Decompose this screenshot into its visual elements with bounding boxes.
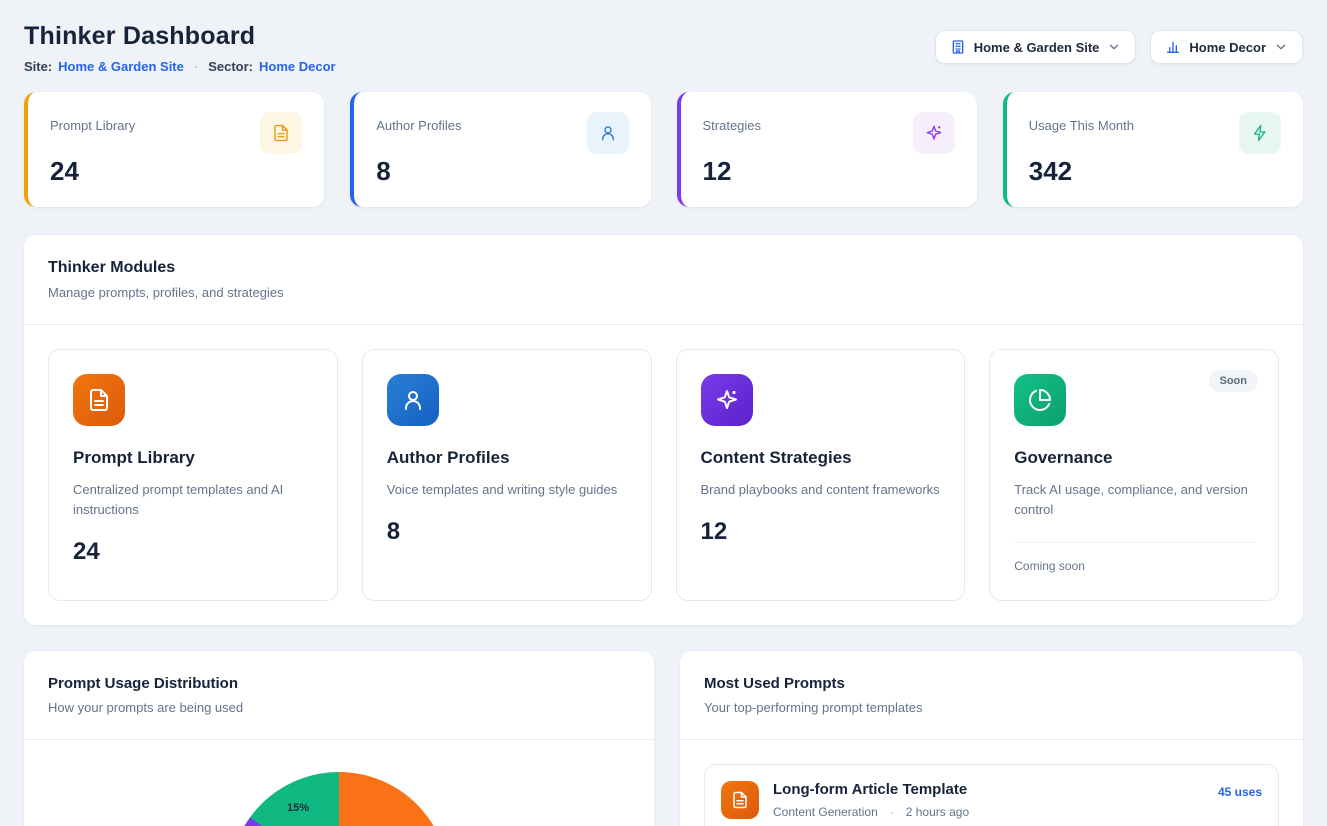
module-title: Content Strategies bbox=[701, 448, 941, 468]
module-description: Track AI usage, compliance, and version … bbox=[1014, 480, 1254, 520]
stat-value: 24 bbox=[50, 156, 302, 187]
prompt-time: 2 hours ago bbox=[906, 805, 969, 819]
prompt-meta: Content Generation · 2 hours ago bbox=[773, 805, 1204, 819]
usage-panel-title: Prompt Usage Distribution bbox=[48, 675, 630, 692]
stats-row: Prompt Library 24 Author Profiles 8 Stra… bbox=[24, 92, 1303, 207]
module-card-governance[interactable]: Soon Governance Track AI usage, complian… bbox=[989, 349, 1279, 601]
module-title: Governance bbox=[1014, 448, 1254, 468]
pie-chart-icon bbox=[1014, 374, 1066, 426]
header-actions: Home & Garden Site Home Decor bbox=[935, 30, 1303, 64]
page-header: Thinker Dashboard Site: Home & Garden Si… bbox=[24, 22, 1303, 74]
usage-donut-chart: 15% bbox=[24, 740, 654, 826]
module-card-prompt-library[interactable]: Prompt Library Centralized prompt templa… bbox=[48, 349, 338, 601]
prompts-panel-title: Most Used Prompts bbox=[704, 675, 1279, 692]
module-card-author-profiles[interactable]: Author Profiles Voice templates and writ… bbox=[362, 349, 652, 601]
site-label: Site: bbox=[24, 59, 52, 74]
bar-chart-icon bbox=[1165, 39, 1181, 55]
page-title: Thinker Dashboard bbox=[24, 22, 336, 51]
modules-subtitle: Manage prompts, profiles, and strategies bbox=[48, 285, 1279, 300]
prompt-category: Content Generation bbox=[773, 805, 878, 819]
stat-label: Usage This Month bbox=[1029, 112, 1134, 133]
module-card-content-strategies[interactable]: Content Strategies Brand playbooks and c… bbox=[676, 349, 966, 601]
separator-dot: · bbox=[194, 59, 198, 74]
donut-segment-label: 15% bbox=[287, 802, 309, 814]
document-icon bbox=[73, 374, 125, 426]
prompt-list: Long-form Article Template Content Gener… bbox=[680, 740, 1303, 826]
prompt-title: Long-form Article Template bbox=[773, 781, 1204, 798]
stat-value: 342 bbox=[1029, 156, 1281, 187]
usage-panel-subtitle: How your prompts are being used bbox=[48, 700, 630, 715]
list-item[interactable]: Long-form Article Template Content Gener… bbox=[704, 764, 1279, 826]
modules-header: Thinker Modules Manage prompts, profiles… bbox=[24, 235, 1303, 324]
thinker-modules-panel: Thinker Modules Manage prompts, profiles… bbox=[24, 235, 1303, 625]
soon-badge: Soon bbox=[1209, 370, 1259, 392]
uses-badge: 45 uses bbox=[1218, 781, 1262, 799]
stat-label: Strategies bbox=[703, 112, 762, 133]
separator-dot: · bbox=[890, 805, 894, 819]
sparkle-icon bbox=[913, 112, 955, 154]
prompts-panel-subtitle: Your top-performing prompt templates bbox=[704, 700, 1279, 715]
stat-card-author-profiles: Author Profiles 8 bbox=[350, 92, 650, 207]
module-description: Centralized prompt templates and AI inst… bbox=[73, 480, 313, 520]
module-count: 12 bbox=[701, 518, 941, 546]
modules-body: Prompt Library Centralized prompt templa… bbox=[24, 325, 1303, 625]
document-icon bbox=[260, 112, 302, 154]
module-description: Voice templates and writing style guides bbox=[387, 480, 627, 500]
site-dropdown-label: Home & Garden Site bbox=[974, 40, 1100, 55]
site-dropdown[interactable]: Home & Garden Site bbox=[935, 30, 1137, 64]
module-description: Brand playbooks and content frameworks bbox=[701, 480, 941, 500]
usage-distribution-panel: Prompt Usage Distribution How your promp… bbox=[24, 651, 654, 826]
sector-label: Sector: bbox=[208, 59, 253, 74]
sector-link[interactable]: Home Decor bbox=[259, 59, 336, 74]
stat-card-strategies: Strategies 12 bbox=[677, 92, 977, 207]
site-link[interactable]: Home & Garden Site bbox=[58, 59, 184, 74]
chevron-down-icon bbox=[1107, 40, 1121, 54]
breadcrumb: Site: Home & Garden Site · Sector: Home … bbox=[24, 59, 336, 74]
stat-card-usage: Usage This Month 342 bbox=[1003, 92, 1303, 207]
stat-card-prompt-library: Prompt Library 24 bbox=[24, 92, 324, 207]
building-icon bbox=[950, 39, 966, 55]
chevron-down-icon bbox=[1274, 40, 1288, 54]
divider bbox=[1014, 542, 1254, 543]
document-icon bbox=[721, 781, 759, 819]
stat-label: Prompt Library bbox=[50, 112, 135, 133]
user-icon bbox=[587, 112, 629, 154]
most-used-prompts-panel: Most Used Prompts Your top-performing pr… bbox=[680, 651, 1303, 826]
bolt-icon bbox=[1239, 112, 1281, 154]
sparkle-icon bbox=[701, 374, 753, 426]
stat-value: 12 bbox=[703, 156, 955, 187]
sector-dropdown[interactable]: Home Decor bbox=[1150, 30, 1303, 64]
stat-value: 8 bbox=[376, 156, 628, 187]
prompt-info: Long-form Article Template Content Gener… bbox=[773, 781, 1204, 819]
module-count: 8 bbox=[387, 518, 627, 546]
module-title: Author Profiles bbox=[387, 448, 627, 468]
usage-donut-ring bbox=[229, 772, 449, 826]
coming-soon-note: Coming soon bbox=[1014, 559, 1254, 573]
module-title: Prompt Library bbox=[73, 448, 313, 468]
stat-label: Author Profiles bbox=[376, 112, 461, 133]
header-left: Thinker Dashboard Site: Home & Garden Si… bbox=[24, 22, 336, 74]
dashboard-page: Thinker Dashboard Site: Home & Garden Si… bbox=[0, 0, 1327, 826]
module-count: 24 bbox=[73, 538, 313, 566]
bottom-row: Prompt Usage Distribution How your promp… bbox=[24, 651, 1303, 826]
user-icon bbox=[387, 374, 439, 426]
modules-title: Thinker Modules bbox=[48, 259, 1279, 277]
sector-dropdown-label: Home Decor bbox=[1189, 40, 1266, 55]
